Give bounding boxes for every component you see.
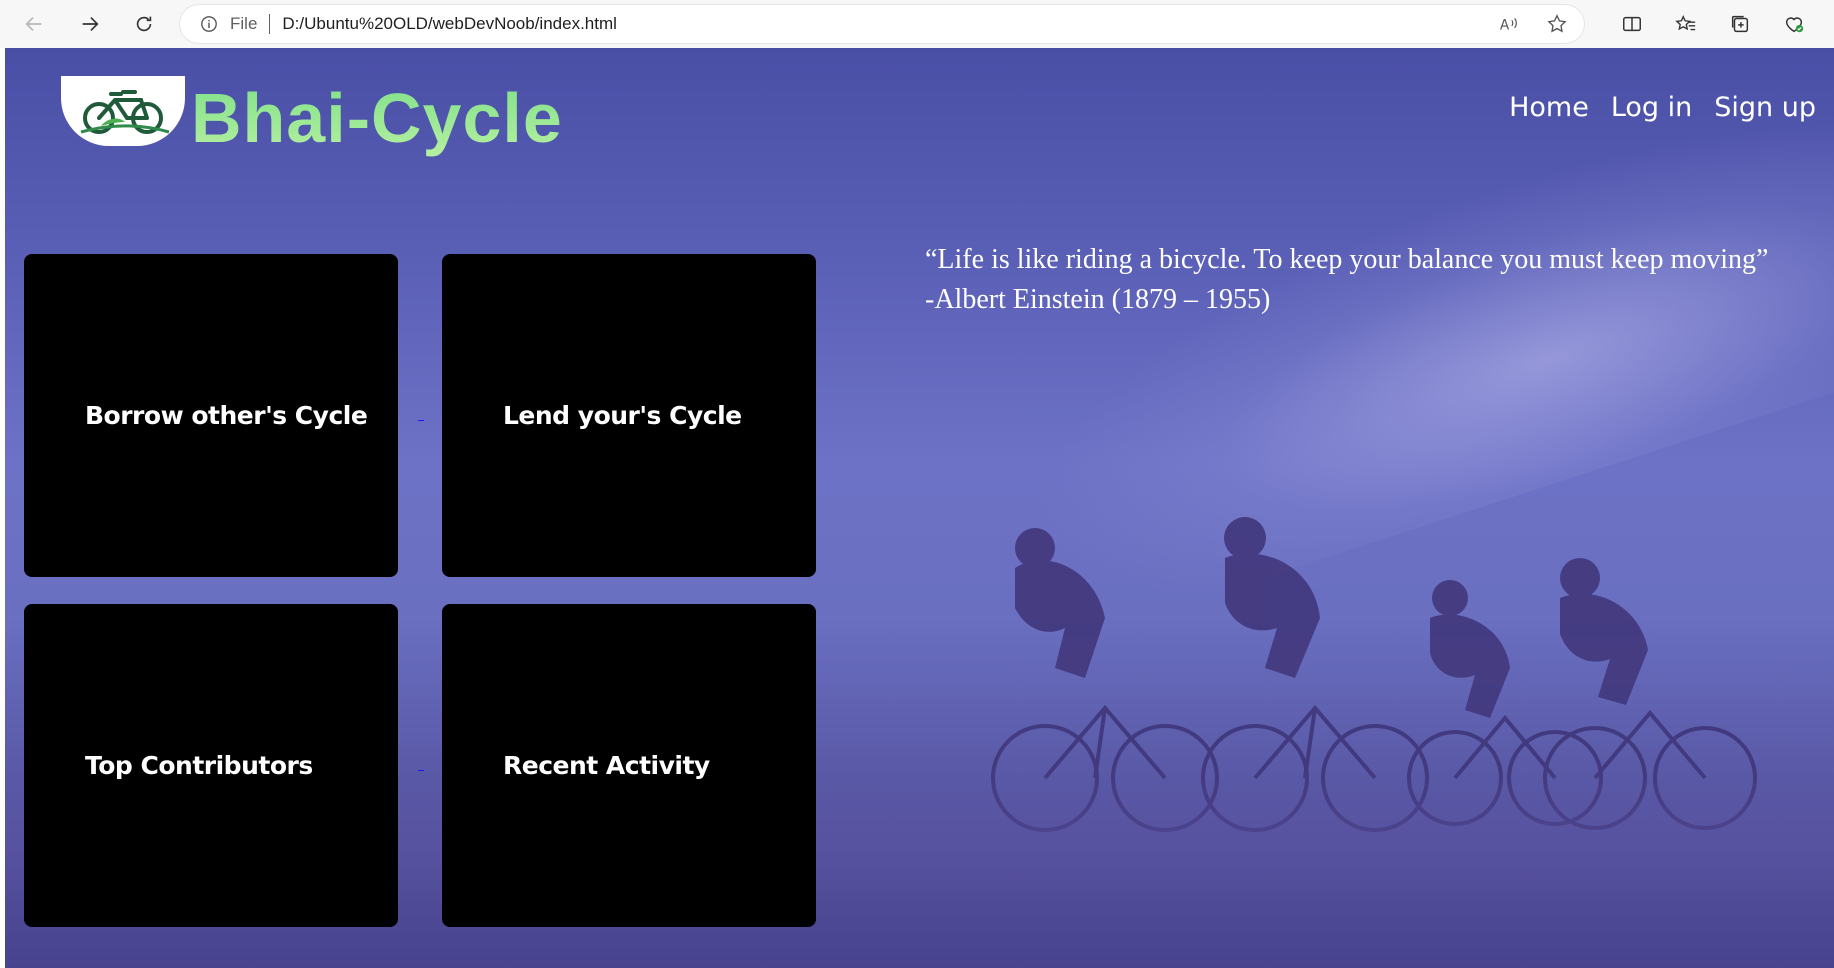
borrow-cycle-label: Borrow other's Cycle bbox=[85, 401, 368, 430]
quote-block: “Life is like riding a bicycle. To keep … bbox=[925, 240, 1825, 320]
address-scheme: File bbox=[230, 14, 258, 33]
split-screen-icon bbox=[1623, 16, 1641, 32]
hero-section: Bhai-Cycle Home Log in Sign up Borrow ot… bbox=[5, 48, 1834, 968]
refresh-button[interactable] bbox=[126, 6, 162, 42]
address-bar[interactable]: File D:/Ubuntu%20OLD/webDevNoob/index.ht… bbox=[180, 5, 1584, 43]
quote-author: -Albert Einstein (1879 – 1955) bbox=[925, 284, 1271, 315]
lend-cycle-label: Lend your's Cycle bbox=[503, 401, 742, 430]
refresh-icon bbox=[136, 16, 152, 32]
site-logo[interactable] bbox=[61, 76, 185, 146]
nav-signup-link[interactable]: Sign up bbox=[1714, 92, 1816, 123]
recent-activity-label: Recent Activity bbox=[503, 751, 710, 780]
recent-activity-card[interactable]: Recent Activity bbox=[442, 604, 816, 927]
lend-cycle-card[interactable]: Lend your's Cycle bbox=[442, 254, 816, 577]
bicycle-logo-icon bbox=[80, 90, 170, 134]
read-aloud-icon[interactable]: A bbox=[1498, 13, 1520, 35]
back-icon bbox=[25, 16, 42, 32]
brand-title: Bhai-Cycle bbox=[191, 79, 563, 157]
favorite-star-icon[interactable] bbox=[1546, 13, 1568, 35]
info-icon[interactable] bbox=[200, 15, 218, 33]
forward-button[interactable] bbox=[72, 6, 108, 42]
address-divider bbox=[269, 14, 271, 34]
quote-text: “Life is like riding a bicycle. To keep … bbox=[925, 244, 1769, 275]
link-underline-fragment bbox=[418, 770, 424, 771]
favorites-button[interactable] bbox=[1668, 6, 1704, 42]
address-url[interactable]: D:/Ubuntu%20OLD/webDevNoob/index.html bbox=[282, 14, 617, 34]
browser-toolbar: File D:/Ubuntu%20OLD/webDevNoob/index.ht… bbox=[0, 0, 1834, 48]
collections-icon bbox=[1731, 15, 1749, 33]
nav-home-link[interactable]: Home bbox=[1509, 92, 1589, 123]
split-screen-button[interactable] bbox=[1614, 6, 1650, 42]
back-button[interactable] bbox=[16, 6, 52, 42]
browser-essentials-icon bbox=[1785, 17, 1804, 33]
link-underline-fragment bbox=[418, 420, 424, 421]
forward-icon bbox=[82, 16, 99, 32]
borrow-cycle-card[interactable]: Borrow other's Cycle bbox=[24, 254, 398, 577]
top-contributors-card[interactable]: Top Contributors bbox=[24, 604, 398, 927]
collections-button[interactable] bbox=[1722, 6, 1758, 42]
nav-login-link[interactable]: Log in bbox=[1611, 92, 1692, 123]
svg-text:A: A bbox=[1500, 18, 1510, 34]
browser-essentials-button[interactable] bbox=[1776, 6, 1812, 42]
favorites-icon bbox=[1675, 14, 1696, 31]
top-navigation: Home Log in Sign up bbox=[1509, 92, 1816, 123]
top-contributors-label: Top Contributors bbox=[85, 751, 313, 780]
